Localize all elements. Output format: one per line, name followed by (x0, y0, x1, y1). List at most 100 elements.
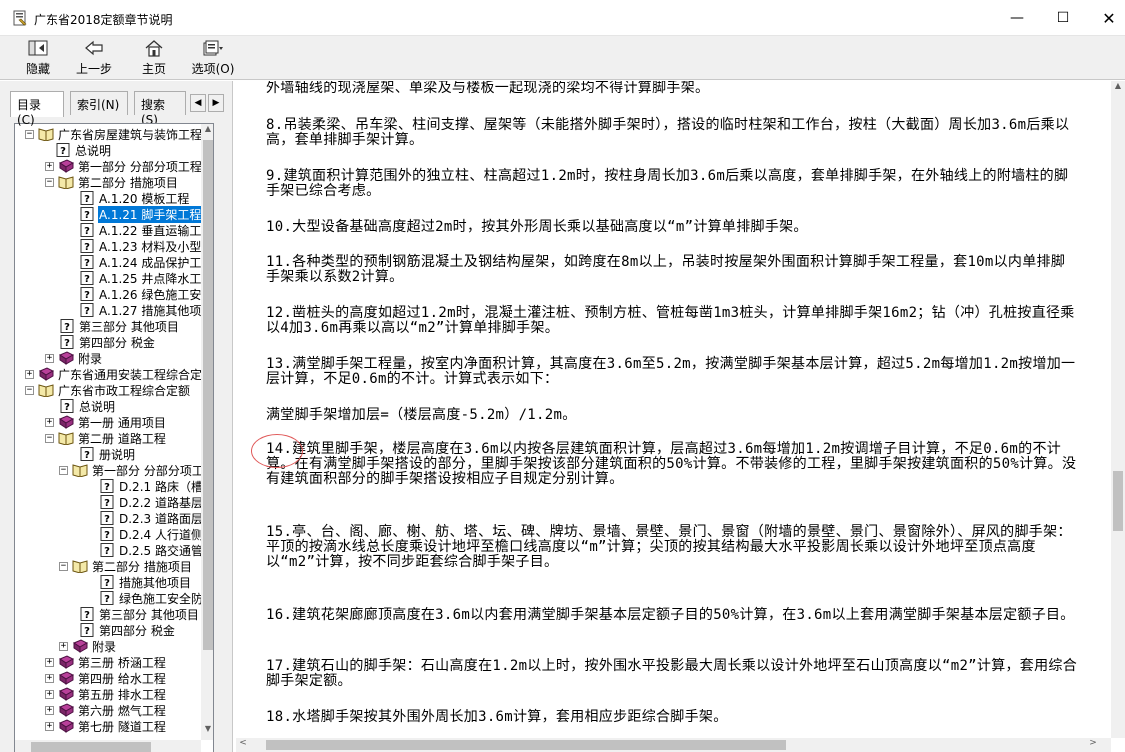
tree-node-label: A.1.20 模板工程 (99, 191, 190, 206)
tree-node[interactable]: ? 册说明 (79, 446, 136, 462)
tree-node[interactable]: ? A.1.20 模板工程 (79, 190, 190, 206)
tree-node-label: 第二部分 措施项目 (92, 559, 192, 574)
close-button[interactable]: ✕ (1086, 0, 1125, 36)
svg-text:?: ? (84, 226, 90, 237)
tree-node[interactable]: ? 措施其他项目 (99, 574, 192, 590)
tree-node[interactable]: + 第一部分 分部分项工程 (45, 158, 201, 174)
tree-node[interactable]: ? A.1.27 措施其他项目 (79, 302, 201, 318)
tree-node[interactable]: ? 第三部分 其他项目 (59, 318, 180, 334)
tree-hscroll-thumb[interactable] (31, 742, 151, 752)
tree-node[interactable]: + 附录 (59, 638, 117, 654)
tree-node[interactable]: ? D.2.5 路交通管理设施 (99, 542, 201, 558)
home-button[interactable]: 主页 (132, 38, 176, 78)
svg-text:?: ? (84, 274, 90, 285)
tree-scroll-up-icon[interactable]: ▲ (201, 124, 213, 138)
expand-icon[interactable]: + (45, 721, 54, 731)
tree-vertical-scrollbar[interactable]: ▲ ▼ (201, 124, 213, 740)
tree-node[interactable]: ? D.2.4 人行道侧缘石 (99, 526, 201, 542)
tree-node[interactable]: + 附录 (45, 350, 103, 366)
expand-icon[interactable]: + (45, 657, 54, 667)
tree-node[interactable]: ? D.2.1 路床（槽）整形 (99, 478, 201, 494)
tree-node[interactable]: + 第六册 燃气工程 (45, 702, 167, 718)
tree-node-label: A.1.22 垂直运输工程 (99, 223, 201, 238)
content-horizontal-scrollbar[interactable]: < > (236, 738, 1111, 752)
back-button[interactable]: 上一步 (72, 38, 116, 78)
tree-node[interactable]: − 广东省房屋建筑与装饰工程 (25, 126, 201, 142)
content-scroll-thumb[interactable] (1113, 471, 1123, 531)
tree-node[interactable]: − 第一部分 分部分项工程 (59, 462, 201, 478)
tree-node[interactable]: ? 总说明 (59, 398, 116, 414)
tree-node[interactable]: ? D.2.3 道路面层 (99, 510, 201, 526)
tree-node[interactable]: + 第七册 隧道工程 (45, 718, 167, 734)
tree-scroll-down-icon[interactable]: ▼ (201, 724, 213, 738)
hide-button[interactable]: 隐藏 (18, 38, 58, 78)
content-vertical-scrollbar[interactable]: ▲ (1111, 81, 1125, 738)
collapse-icon[interactable]: − (45, 433, 54, 443)
expand-icon[interactable]: + (45, 673, 54, 683)
expand-icon[interactable]: + (45, 353, 54, 363)
help-page-icon: ? (79, 623, 95, 637)
tree-node[interactable]: ? 总说明 (55, 142, 112, 158)
tree-node[interactable]: ? A.1.24 成品保护工程 (79, 254, 201, 270)
tree-node[interactable]: ? A.1.25 井点降水工程 (79, 270, 201, 286)
book-closed-icon (58, 159, 74, 173)
tree-node[interactable]: − 第二部分 措施项目 (45, 174, 179, 190)
tab-scroll-right-button[interactable]: ▶ (208, 94, 224, 112)
content-hscroll-thumb[interactable] (266, 740, 786, 750)
expand-icon[interactable]: + (45, 417, 54, 427)
contents-tree-panel: − 广东省房屋建筑与装饰工程? 总说明 + 第一部分 分部分项工程 − 第二部分 措施项目?… (14, 123, 214, 752)
tree-node[interactable]: + 第一册 通用项目 (45, 414, 167, 430)
tree-horizontal-scrollbar[interactable] (15, 740, 201, 752)
expand-icon[interactable]: + (45, 161, 54, 171)
tree-node-label: 第四部分 税金 (79, 335, 155, 350)
maximize-button[interactable]: ☐ (1040, 0, 1086, 36)
help-page-icon: ? (79, 255, 95, 269)
expand-icon[interactable]: + (45, 689, 54, 699)
content-scroll-right-icon[interactable]: > (1086, 738, 1100, 752)
expand-icon[interactable]: + (45, 705, 54, 715)
expand-icon[interactable]: + (59, 641, 68, 651)
collapse-icon[interactable]: − (45, 177, 54, 187)
topic-paragraph: 8.吊装柔梁、吊车梁、柱间支撑、屋架等（未能搭外脚手架时），搭设的临时柱架和工作… (266, 117, 1070, 148)
tree-node[interactable]: + 第三册 桥涵工程 (45, 654, 167, 670)
tree-node[interactable]: + 第五册 排水工程 (45, 686, 167, 702)
tree-node-label: D.2.1 路床（槽）整形 (119, 479, 201, 494)
tree-node[interactable]: ? D.2.2 道路基层 (99, 494, 201, 510)
tree-node-label: 第一部分 分部分项工程 (92, 463, 201, 478)
collapse-icon[interactable]: − (25, 385, 34, 395)
toolbar: 隐藏 上一步 主页 选项(O) (0, 36, 1125, 80)
options-button[interactable]: 选项(O) (188, 38, 238, 78)
tree-node[interactable]: ? 第四部分 税金 (79, 622, 176, 638)
content-scroll-up-icon[interactable]: ▲ (1111, 81, 1125, 95)
svg-text:?: ? (64, 402, 70, 413)
back-arrow-icon (83, 38, 105, 58)
tree-node[interactable]: ? 第四部分 税金 (59, 334, 156, 350)
tree-node[interactable]: ? A.1.22 垂直运输工程 (79, 222, 201, 238)
tree-node[interactable]: ? A.1.23 材料及小型构件 (79, 238, 201, 254)
tree-node[interactable]: ? 第三部分 其他项目 (79, 606, 200, 622)
tree-node-label: 第六册 燃气工程 (78, 703, 166, 718)
tab-scroll-left-button[interactable]: ◀ (190, 94, 206, 112)
collapse-icon[interactable]: − (59, 561, 68, 571)
tree-node[interactable]: ? A.1.26 绿色施工安全 (79, 286, 201, 302)
tree-node[interactable]: ? A.1.21 脚手架工程 (79, 205, 201, 223)
tree-node[interactable]: − 第二册 道路工程 (45, 430, 167, 446)
tab-index[interactable]: 索引(N) (70, 91, 128, 115)
book-open-icon (72, 559, 88, 573)
tree-node[interactable]: − 第二部分 措施项目 (59, 558, 193, 574)
tree-scroll-thumb[interactable] (203, 140, 213, 650)
help-page-icon: ? (79, 303, 95, 317)
content-scroll-left-icon[interactable]: < (236, 738, 250, 752)
tree-node[interactable]: + 第四册 给水工程 (45, 670, 167, 686)
collapse-icon[interactable]: − (25, 129, 34, 139)
tree-node[interactable]: ? 绿色施工安全防护 (99, 590, 201, 606)
tab-contents[interactable]: 目录(C) (10, 91, 64, 127)
collapse-icon[interactable]: − (59, 465, 68, 475)
tree-node[interactable]: + 广东省通用安装工程综合定额 (25, 366, 201, 382)
tree-node-label: A.1.25 井点降水工程 (99, 271, 201, 286)
book-closed-icon (58, 687, 74, 701)
tab-search[interactable]: 搜索(S) (134, 91, 186, 127)
minimize-button[interactable]: — (994, 0, 1040, 36)
tree-node[interactable]: − 广东省市政工程综合定额 (25, 382, 191, 398)
expand-icon[interactable]: + (25, 369, 34, 379)
